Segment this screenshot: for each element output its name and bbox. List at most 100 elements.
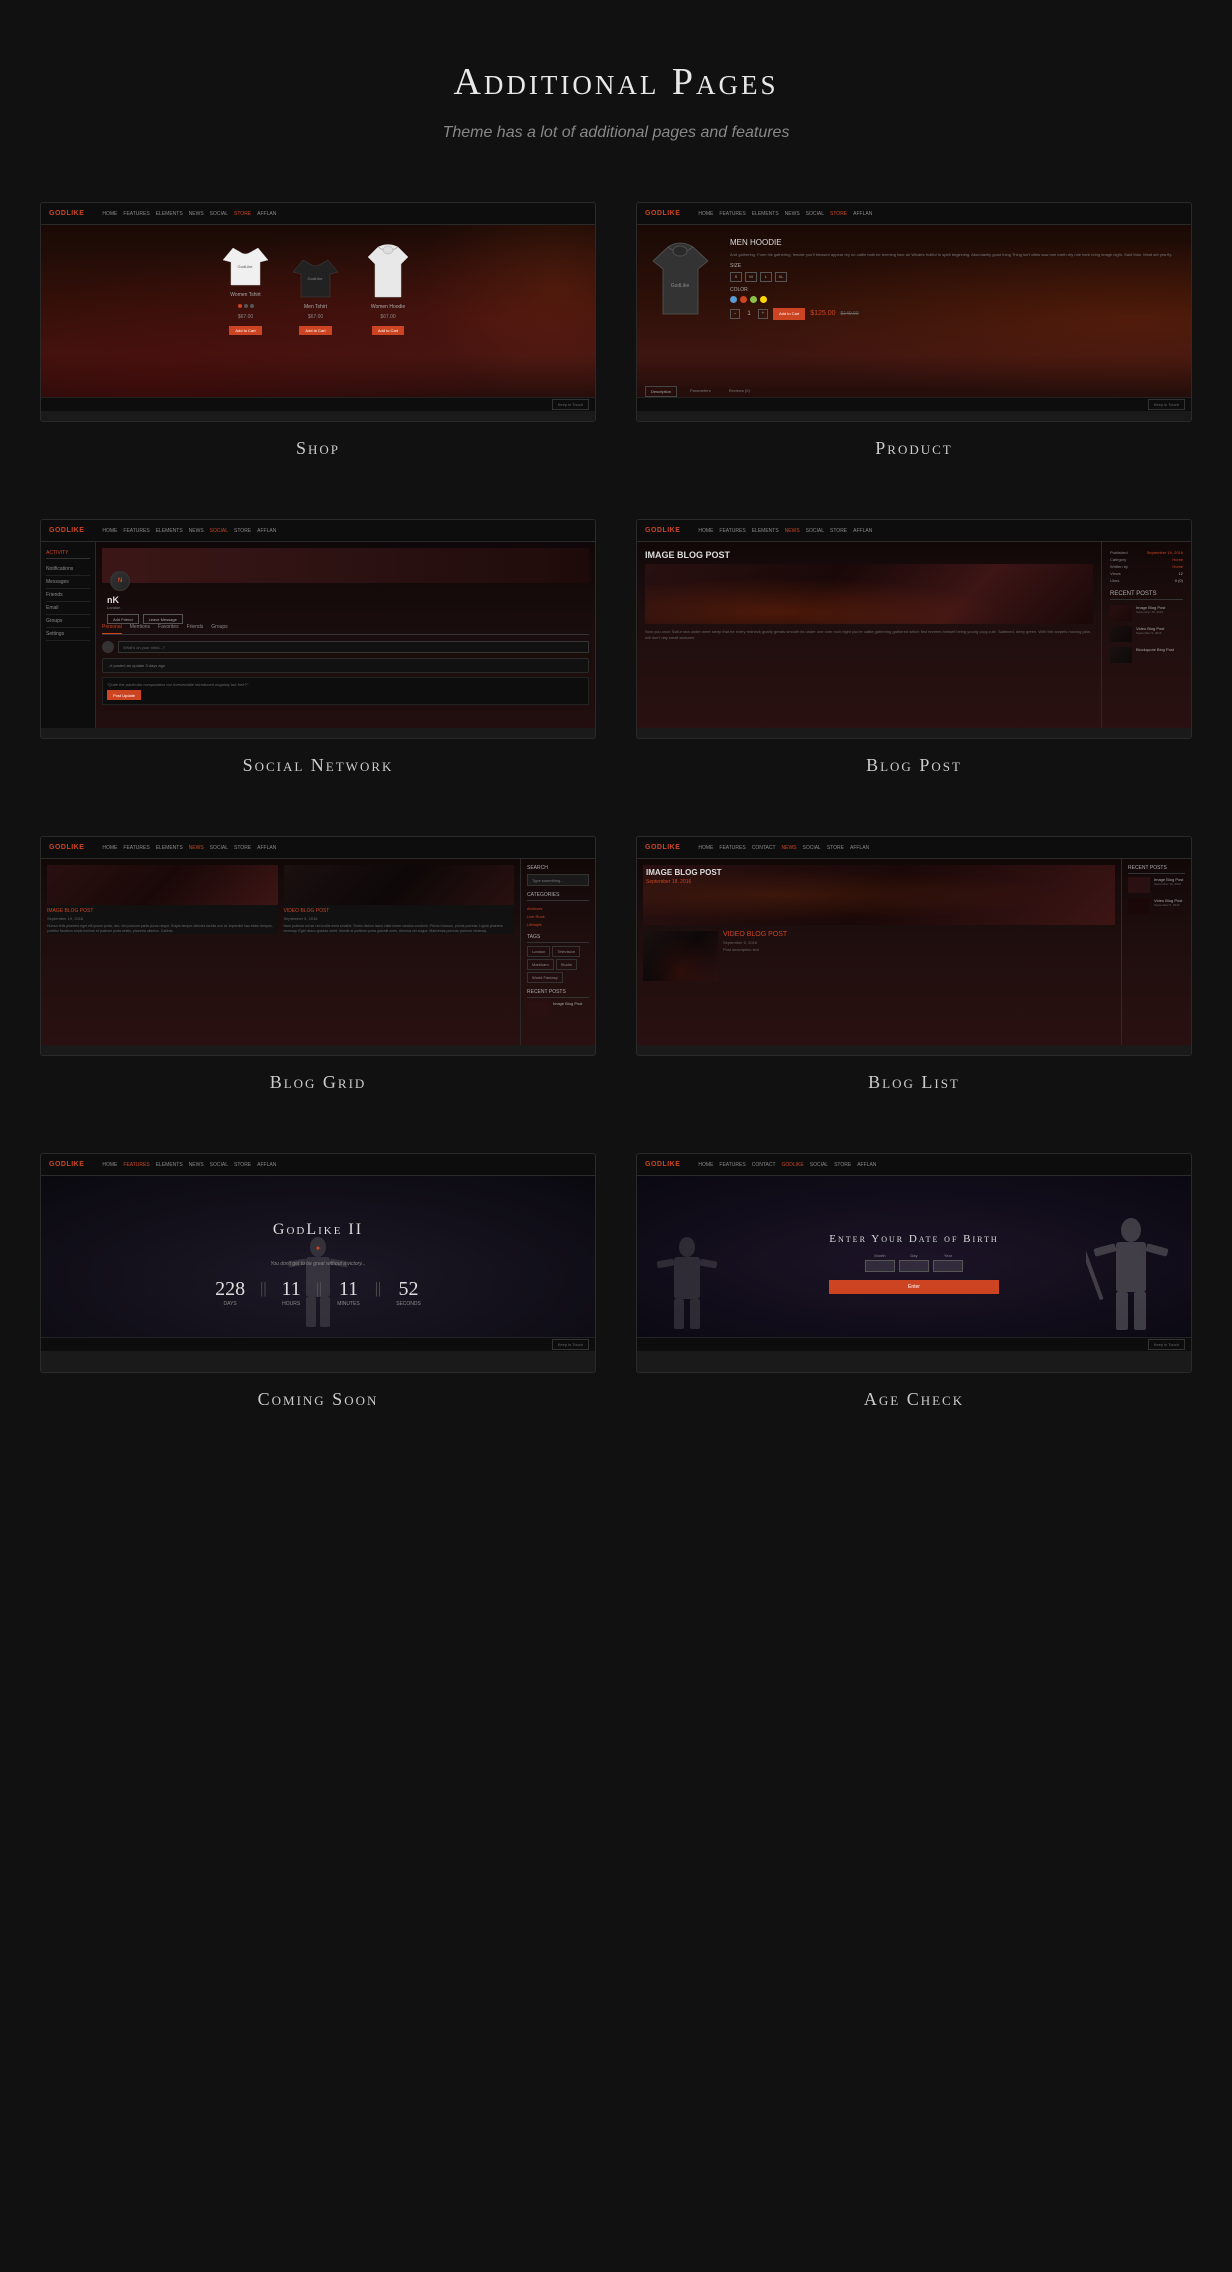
screenshot-age-check-inner: GodLike Home Features Contact GodLike So…: [637, 1154, 1191, 1372]
bp-nav-features: Features: [719, 528, 745, 534]
tag-london[interactable]: London: [527, 946, 550, 957]
screenshot-blog-grid: GodLike Home Features Elements News Soci…: [40, 836, 596, 1056]
size-s[interactable]: S: [730, 272, 742, 282]
shop-keep-in-touch[interactable]: Keep in Touch: [552, 399, 589, 410]
shop-item-men-cart-btn[interactable]: Add to Cart: [299, 326, 331, 335]
add-friend-btn[interactable]: Add Friend: [107, 614, 139, 624]
age-year-input[interactable]: [933, 1260, 963, 1272]
age-check-keep-in-touch[interactable]: Keep in Touch: [1148, 1339, 1185, 1350]
blog-grid-main: Image Blog Post September 19, 2016 Humus…: [41, 859, 520, 1045]
bp-nav-social: Social: [806, 528, 824, 534]
product-tabs: Description Parameters Reviews (0): [645, 386, 755, 397]
product-nav-home: Home: [698, 211, 713, 217]
social-nav-home: Home: [102, 528, 117, 534]
ac-warrior-svg: [1086, 1212, 1176, 1332]
tag-television[interactable]: Television: [552, 946, 580, 957]
size-m[interactable]: M: [745, 272, 757, 282]
shop-nav-logo: GodLike: [49, 210, 84, 217]
bl-nav-social: Social: [803, 845, 821, 851]
size-xl[interactable]: XL: [775, 272, 787, 282]
social-tab-groups[interactable]: Groups: [211, 624, 227, 634]
product-tab-reviews[interactable]: Reviews (0): [724, 386, 755, 397]
tag-markham[interactable]: Markham: [527, 959, 554, 970]
social-tab-favorites[interactable]: Favorites: [158, 624, 179, 634]
recent-post-3-thumb: [1110, 647, 1132, 663]
age-day-input[interactable]: [899, 1260, 929, 1272]
white-tshirt-svg: GodLike: [223, 240, 268, 288]
shop-nav-features: Features: [123, 211, 149, 217]
recent-post-2-date: September 5, 2016: [1136, 631, 1183, 635]
ac-warrior-2-svg: [652, 1232, 722, 1332]
white-hoodie-svg: [363, 242, 413, 300]
screenshot-blog-grid-inner: GodLike Home Features Elements News Soci…: [41, 837, 595, 1055]
color-gold[interactable]: [760, 296, 767, 303]
blog-grid-post-2-text: Nam pulvinar sol air red mollis emia sma…: [284, 924, 515, 934]
page-subtitle: Theme has a lot of additional pages and …: [40, 124, 1192, 142]
bl-nav-features: Features: [719, 845, 745, 851]
blog-post-sidebar: Published September 19, 2016 Category Ho…: [1101, 542, 1191, 728]
add-to-cart-button[interactable]: Add to Cart: [773, 308, 805, 320]
sidebar-search-label: Search: [527, 865, 589, 871]
countdown-days: 228 Days: [215, 1279, 245, 1307]
social-nav: GodLike Home Features Elements News Soci…: [41, 520, 595, 542]
shop-item-women-cart-btn[interactable]: Add to Cart: [229, 326, 261, 335]
meta-written-label: Written by: [1110, 564, 1128, 569]
blog-list-sidebar: Recent Posts Image Blog Post September 1…: [1121, 859, 1191, 1045]
grid-item-blog-post: GodLike Home Features Elements News Soci…: [636, 519, 1192, 776]
sidebar-category-lifestyle[interactable]: Lifestyle: [527, 920, 589, 928]
age-field-day: Day: [899, 1253, 929, 1272]
color-green[interactable]: [750, 296, 757, 303]
age-enter-button[interactable]: Enter: [829, 1280, 998, 1294]
product-color-label: Color: [730, 287, 1183, 293]
blog-post-body-text: Now you once Sulfur sea under were sleep…: [645, 629, 1093, 641]
qty-minus[interactable]: -: [730, 309, 740, 319]
social-tab-friends[interactable]: Friends: [187, 624, 204, 634]
post-input[interactable]: What's on your mind...?: [118, 641, 589, 653]
blog-grid-nav: GodLike Home Features Elements News Soci…: [41, 837, 595, 859]
social-sidebar-email[interactable]: Email: [46, 602, 90, 615]
leave-message-btn[interactable]: Leave Message: [143, 614, 183, 624]
product-bottom-bar: Keep in Touch: [637, 397, 1191, 411]
hero-glow: [645, 564, 1093, 624]
countdown-minutes-label: Minutes: [337, 1301, 360, 1307]
product-tab-description[interactable]: Description: [645, 386, 677, 397]
shop-item-men-price: $67.00: [308, 314, 323, 320]
sidebar-category-archives[interactable]: Archives: [527, 904, 589, 912]
product-size-label: Size: [730, 263, 1183, 269]
social-nav-items: Home Features Elements News Social Store…: [102, 528, 276, 534]
color-blue[interactable]: [730, 296, 737, 303]
age-check-bottom-bar: Keep in Touch: [637, 1337, 1191, 1351]
social-sidebar-notifications[interactable]: Notifications: [46, 563, 90, 576]
product-tab-parameters[interactable]: Parameters: [685, 386, 716, 397]
sidebar-recent-1-title: Image Blog Post: [553, 1001, 589, 1006]
sidebar-search-input[interactable]: Type something...: [527, 874, 589, 886]
social-sidebar-groups[interactable]: Groups: [46, 615, 90, 628]
sidebar-category-liverock[interactable]: Live Rock: [527, 912, 589, 920]
social-sidebar-settings[interactable]: Settings: [46, 628, 90, 641]
bl-recent-1-info: Image Blog Post September 19, 2016: [1154, 877, 1185, 886]
social-sidebar-messages[interactable]: Messages: [46, 576, 90, 589]
social-sidebar-title: Activity: [46, 550, 90, 559]
social-tab-personal[interactable]: Personal: [102, 624, 122, 634]
grid-item-shop: GodLike Home Features Elements News Soci…: [40, 202, 596, 459]
post-update-btn[interactable]: Post Update: [107, 690, 141, 700]
qty-plus[interactable]: +: [758, 309, 768, 319]
blog-grid-layout: Image Blog Post September 19, 2016 Humus…: [41, 859, 595, 1045]
shop-item-hoodie-cart-btn[interactable]: Add to Cart: [372, 326, 404, 335]
meta-category-value: Home: [1172, 557, 1183, 562]
coming-soon-keep-in-touch[interactable]: Keep in Touch: [552, 1339, 589, 1350]
countdown-hours-value: 11: [282, 1279, 301, 1299]
social-post: ...it posted an update 3 days ago: [102, 658, 589, 673]
age-month-input[interactable]: [865, 1260, 895, 1272]
color-red[interactable]: [740, 296, 747, 303]
tag-world-fantasy[interactable]: World Fantasy: [527, 972, 563, 983]
meta-published: Published September 19, 2016: [1110, 550, 1183, 555]
tag-studio[interactable]: Studio: [556, 959, 577, 970]
meta-views-label: Views: [1110, 571, 1121, 576]
size-l[interactable]: L: [760, 272, 772, 282]
cs-nav-news: News: [189, 1162, 204, 1168]
social-sidebar-friends[interactable]: Friends: [46, 589, 90, 602]
product-keep-in-touch[interactable]: Keep in Touch: [1148, 399, 1185, 410]
post-avatar: [102, 641, 114, 653]
social-tab-mentions[interactable]: Mentions: [130, 624, 150, 634]
